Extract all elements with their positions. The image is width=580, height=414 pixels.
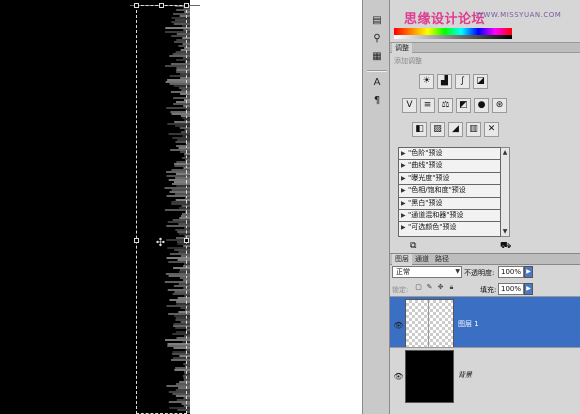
adjustment-icon-row: V ≡ ⚖ ◩ ● ⊛: [402, 98, 507, 113]
paragraph-icon[interactable]: ¶: [369, 94, 385, 108]
panel-icon-strip: ▤ ⚲ ▦ A ¶: [362, 0, 390, 414]
expand-triangle-icon: ▶: [401, 211, 406, 219]
color-spectrum-ramp[interactable]: [394, 28, 512, 35]
expand-triangle-icon: ▶: [401, 199, 406, 207]
visibility-eye-icon[interactable]: 👁︎: [393, 320, 404, 331]
expand-triangle-icon: ▶: [401, 150, 406, 157]
clone-source-icon[interactable]: ⚲: [369, 32, 385, 46]
preset-item[interactable]: ▶ "色相/饱和度"预设: [399, 185, 500, 198]
opacity-label: 不透明度:: [464, 269, 495, 277]
lock-label: 锁定:: [392, 286, 409, 294]
layer-name: 背景: [458, 371, 472, 379]
brushes-icon[interactable]: ▦: [369, 50, 385, 64]
tab-channels[interactable]: 通道: [412, 254, 432, 265]
preset-label: "可选颜色"预设: [408, 223, 457, 232]
selection-handle[interactable]: [134, 3, 139, 8]
marquee-selection[interactable]: [134, 3, 189, 414]
expand-triangle-icon: ▶: [401, 187, 406, 195]
layer-name: 图层 1: [458, 320, 479, 328]
blend-mode-value: 正常: [396, 268, 410, 276]
preset-label: "黑白"预设: [408, 198, 443, 207]
preset-label: "曝光度"预设: [408, 173, 450, 182]
threshold-icon[interactable]: ◢: [448, 122, 463, 137]
preset-item[interactable]: ▶ "黑白"预设: [399, 198, 500, 210]
watermark-text: 思缘设计论坛: [404, 12, 486, 27]
selection-handle[interactable]: [134, 238, 139, 243]
lock-position-icon[interactable]: ✥: [436, 283, 445, 292]
preset-label: "通道混和器"预设: [408, 210, 464, 219]
expand-triangle-icon: ▶: [401, 174, 406, 182]
layer-row-selected[interactable]: 👁︎ 图层 1: [390, 296, 580, 354]
preset-item[interactable]: ▶ "曲线"预设: [399, 160, 500, 173]
layer-thumbnail: [405, 350, 454, 403]
scroll-up-icon[interactable]: ▲: [501, 149, 509, 156]
watermark-site: WWW.MISSYUAN.COM: [476, 11, 562, 19]
preset-item[interactable]: ▶ "色阶"预设: [399, 148, 500, 161]
chevron-down-icon: ▼: [455, 268, 460, 275]
expand-triangle-icon: ▶: [401, 224, 406, 232]
tab-adjustments[interactable]: 调整: [392, 43, 412, 53]
grayscale-ramp[interactable]: [394, 35, 512, 39]
vibrance-icon[interactable]: V: [402, 98, 417, 113]
curves-icon[interactable]: ∫: [455, 74, 470, 89]
posterize-icon[interactable]: ▨: [430, 122, 445, 137]
transform-center-icon[interactable]: ✣: [155, 237, 166, 248]
hue-saturation-icon[interactable]: ≡: [420, 98, 435, 113]
fill-input[interactable]: 100%: [498, 283, 524, 295]
selection-handle[interactable]: [184, 3, 189, 8]
adjustment-icon-row: ◧ ▨ ◢ ▥ ✕: [412, 122, 499, 137]
watermark: 思缘设计论坛 WWW.MISSYUAN.COM: [404, 8, 561, 27]
strip-divider: [367, 70, 387, 72]
adjustments-tabbar: 调整: [390, 42, 580, 53]
brightness-contrast-icon[interactable]: ☀: [419, 74, 434, 89]
scroll-down-icon[interactable]: ▼: [501, 228, 509, 235]
blend-mode-select[interactable]: 正常 ▼: [392, 266, 462, 278]
tab-layers[interactable]: 图层: [392, 254, 412, 265]
adjustment-presets-list: ▶ "色阶"预设 ▶ "曲线"预设 ▶ "曝光度"预设 ▶ "色相/饱和度"预设 ▶ "黑…: [398, 147, 501, 237]
gradient-map-icon[interactable]: ▥: [466, 122, 481, 137]
layer-row-background[interactable]: 👁︎ 背景: [390, 347, 580, 405]
selection-handle[interactable]: [184, 238, 189, 243]
preset-label: "色相/饱和度"预设: [408, 186, 466, 195]
exposure-icon[interactable]: ◪: [473, 74, 488, 89]
invert-icon[interactable]: ◧: [412, 122, 427, 137]
preset-label: "色阶"预设: [408, 149, 443, 157]
document-canvas[interactable]: ✣: [0, 0, 362, 414]
lock-pixels-icon[interactable]: ✎: [425, 283, 434, 292]
tab-paths[interactable]: 路径: [432, 254, 452, 265]
expand-triangle-icon: ▶: [401, 162, 406, 170]
adjustments-subtitle: 添加调整: [394, 57, 422, 65]
levels-icon[interactable]: ▟: [437, 74, 452, 89]
visibility-eye-icon[interactable]: 👁︎: [393, 371, 404, 382]
panel-options-icon[interactable]: ⛟: [500, 241, 511, 252]
fill-label: 填充:: [480, 286, 497, 294]
opacity-input[interactable]: 100%: [498, 266, 524, 278]
presets-scrollbar[interactable]: ▲ ▼: [501, 147, 510, 237]
color-balance-icon[interactable]: ⚖: [438, 98, 453, 113]
opacity-slider-button[interactable]: ▶: [524, 266, 533, 278]
layer-thumbnail: [405, 299, 454, 352]
preset-item[interactable]: ▶ "曝光度"预设: [399, 173, 500, 186]
fill-slider-button[interactable]: ▶: [524, 283, 533, 295]
photo-filter-icon[interactable]: ●: [474, 98, 489, 113]
preset-label: "曲线"预设: [408, 161, 443, 170]
lock-transparency-icon[interactable]: ▢: [414, 283, 423, 292]
clip-to-layer-icon[interactable]: ⧉: [410, 241, 416, 251]
channel-mixer-icon[interactable]: ⊛: [492, 98, 507, 113]
tool-presets-icon[interactable]: ▤: [369, 14, 385, 28]
preset-item[interactable]: ▶ "可选颜色"预设: [399, 222, 500, 234]
character-icon[interactable]: A: [369, 76, 385, 90]
layers-tabbar: 图层 通道 路径: [390, 253, 580, 265]
selective-color-icon[interactable]: ✕: [484, 122, 499, 137]
preset-item[interactable]: ▶ "通道混和器"预设: [399, 210, 500, 223]
lock-icons: ▢ ✎ ✥ 🔒︎: [414, 283, 456, 292]
selection-handle[interactable]: [159, 3, 164, 8]
black-white-icon[interactable]: ◩: [456, 98, 471, 113]
adjustment-icon-row: ☀ ▟ ∫ ◪: [419, 74, 488, 89]
lock-all-icon[interactable]: 🔒︎: [447, 283, 456, 292]
